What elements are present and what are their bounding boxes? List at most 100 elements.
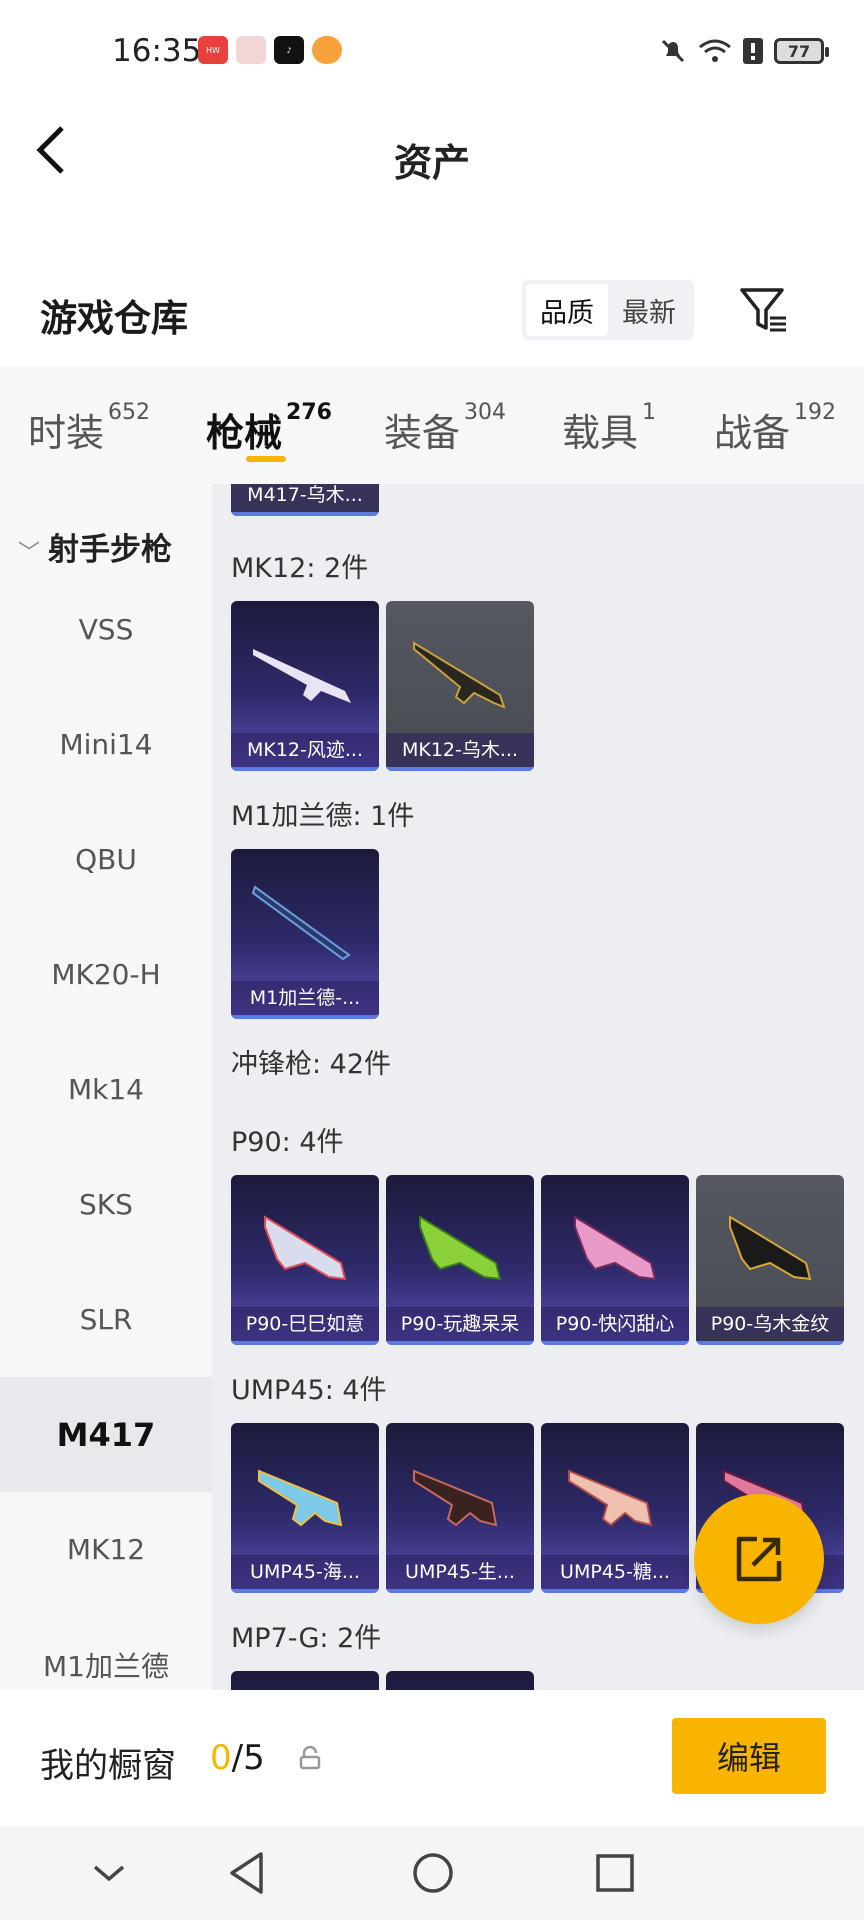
sidebar-item-sks[interactable]: SKS <box>0 1147 212 1262</box>
filter-icon <box>740 288 786 332</box>
group-title-ump45: UMP45: 4件 <box>231 1375 387 1406</box>
category-tabs: 时装 652 枪械 276 装备 304 载具 1 战备 192 <box>0 366 864 484</box>
nav-back-button[interactable] <box>222 1848 272 1898</box>
weapon-card-label: M417-乌木... <box>231 484 379 512</box>
sidebar-item-m1-garand[interactable]: M1加兰德 <box>0 1607 212 1690</box>
sort-by-quality[interactable]: 品质 <box>526 284 608 336</box>
quality-bar <box>231 512 379 516</box>
tiktok-icon: ♪ <box>274 36 304 64</box>
weapon-card[interactable]: UMP45-糖... <box>541 1423 689 1593</box>
weapon-card[interactable]: UMP45-海... <box>231 1423 379 1593</box>
smg-icon <box>258 1469 343 1527</box>
rifle-icon <box>413 641 506 709</box>
tab-guns[interactable]: 枪械 276 <box>206 400 332 457</box>
weapon-card-label: UMP45-生... <box>386 1555 534 1589</box>
group-title-mp7g: MP7-G: 2件 <box>231 1623 382 1654</box>
sidebar-item-slr[interactable]: SLR <box>0 1262 212 1377</box>
quality-bar <box>386 767 534 771</box>
status-time: 16:35 <box>112 33 202 69</box>
sidebar-item-mk12[interactable]: MK12 <box>0 1492 212 1607</box>
sort-by-newest[interactable]: 最新 <box>608 284 690 336</box>
weapon-card[interactable]: P90-快闪甜心 <box>541 1175 689 1345</box>
weapon-card-label: UMP45-糖... <box>541 1555 689 1589</box>
quality-bar <box>231 1341 379 1345</box>
lock-icon <box>299 1746 321 1770</box>
weapon-card-label: MK12-风迹... <box>231 733 379 767</box>
smg-icon <box>574 1215 657 1281</box>
quality-bar <box>386 1341 534 1345</box>
quality-bar <box>386 1589 534 1593</box>
tab-vehicles[interactable]: 载具 1 <box>562 400 656 457</box>
weapon-card-label: MK12-乌木... <box>386 733 534 767</box>
sidebar-item-mk14[interactable]: Mk14 <box>0 1032 212 1147</box>
weapon-card[interactable]: P90-乌木金纹 <box>696 1175 844 1345</box>
weapon-card[interactable]: MK12-风迹... <box>231 601 379 771</box>
quality-bar <box>231 1589 379 1593</box>
circle-home-icon <box>413 1853 453 1893</box>
sidebar-category-header[interactable]: ﹀ 射手步枪 <box>18 524 172 569</box>
weapon-card-label: P90-乌木金纹 <box>696 1307 844 1341</box>
sidebar-item-qbu[interactable]: QBU <box>0 802 212 917</box>
showcase-label: 我的橱窗 <box>40 1746 176 1786</box>
nav-recents-button[interactable] <box>590 1848 640 1898</box>
sidebar-item-m417[interactable]: M417 <box>0 1377 212 1492</box>
weapon-card[interactable]: M417-乌木... <box>231 484 379 516</box>
gift-box-icon <box>236 36 266 64</box>
group-title-p90: P90: 4件 <box>231 1127 344 1158</box>
status-app-icons: HW ♪ <box>198 36 342 64</box>
showcase-count: 0/5 <box>210 1738 265 1778</box>
smg-icon <box>264 1215 347 1281</box>
group-title-mk12: MK12: 2件 <box>231 553 369 584</box>
group-title-m1-garand: M1加兰德: 1件 <box>231 801 415 832</box>
chevron-down-icon: ﹀ <box>18 541 41 566</box>
sidebar-item-mk20h[interactable]: MK20-H <box>0 917 212 1032</box>
weapon-sidebar: ﹀ 射手步枪 VSS Mini14 QBU MK20-H Mk14 SKS SLR… <box>0 484 212 1690</box>
quality-bar <box>231 767 379 771</box>
filter-button[interactable] <box>736 282 792 338</box>
weapon-card-label: P90-快闪甜心 <box>541 1307 689 1341</box>
fox-app-icon <box>312 36 342 64</box>
status-right-icons: 77 <box>658 36 829 66</box>
quality-bar <box>541 1589 689 1593</box>
square-recents-icon <box>596 1854 634 1892</box>
smg-icon <box>729 1215 812 1281</box>
sidebar-item-mini14[interactable]: Mini14 <box>0 687 212 802</box>
share-export-icon <box>736 1536 782 1582</box>
quality-bar <box>541 1341 689 1345</box>
weapon-card[interactable]: MK12-乌木... <box>386 601 534 771</box>
edit-button[interactable]: 编辑 <box>672 1718 826 1794</box>
system-nav-bar <box>0 1826 864 1920</box>
battery-icon: 77 <box>774 38 829 64</box>
smg-icon <box>419 1215 502 1281</box>
section-title: 游戏仓库 <box>40 297 188 340</box>
sim-icon <box>743 38 763 64</box>
quality-bar <box>231 1015 379 1019</box>
tab-outfits[interactable]: 时装 652 <box>28 400 150 457</box>
status-bar: 16:35 HW ♪ 77 <box>0 0 864 104</box>
weapon-card[interactable] <box>386 1671 534 1690</box>
weapon-card[interactable]: M1加兰德-... <box>231 849 379 1019</box>
smg-icon <box>413 1469 498 1527</box>
page-title: 资产 <box>393 141 470 185</box>
sort-toggle: 品质 最新 <box>522 280 694 340</box>
weapon-card-label: P90-巳巳如意 <box>231 1307 379 1341</box>
smg-icon <box>568 1469 653 1527</box>
sidebar-item-vss[interactable]: VSS <box>0 572 212 687</box>
huawei-app-icon: HW <box>198 36 228 64</box>
tab-supplies[interactable]: 战备 192 <box>714 400 836 457</box>
active-tab-indicator <box>246 456 286 462</box>
weapon-card-label: P90-玩趣呆呆 <box>386 1307 534 1341</box>
weapon-card[interactable] <box>231 1671 379 1690</box>
quality-bar <box>696 1341 844 1345</box>
weapon-card[interactable]: P90-玩趣呆呆 <box>386 1175 534 1345</box>
weapon-card[interactable]: P90-巳巳如意 <box>231 1175 379 1345</box>
weapon-card-label: UMP45-海... <box>231 1555 379 1589</box>
tab-equipment[interactable]: 装备 304 <box>384 400 506 457</box>
wifi-icon <box>699 39 731 62</box>
mute-bell-icon <box>661 39 685 63</box>
nav-home-button[interactable] <box>408 1848 458 1898</box>
weapon-card[interactable]: UMP45-生... <box>386 1423 534 1593</box>
rifle-icon <box>251 885 351 961</box>
share-fab-button[interactable] <box>694 1494 824 1624</box>
nav-collapse-button[interactable] <box>84 1848 134 1898</box>
